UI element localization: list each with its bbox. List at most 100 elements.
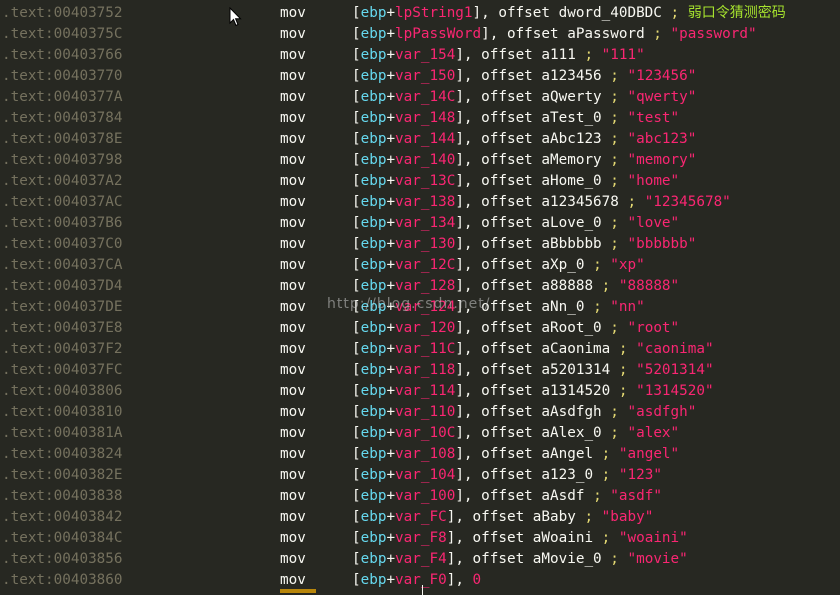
- mnemonic[interactable]: mov: [280, 339, 306, 360]
- symbol-name[interactable]: aAbc123: [541, 131, 601, 147]
- symbol-name[interactable]: aWoaini: [533, 530, 593, 546]
- symbol-name[interactable]: a123_0: [541, 467, 593, 483]
- mnemonic[interactable]: mov: [280, 528, 306, 549]
- stack-variable[interactable]: var_13C: [395, 173, 455, 189]
- symbol-name[interactable]: aLove_0: [541, 215, 601, 231]
- register[interactable]: ebp: [361, 110, 387, 126]
- stack-variable[interactable]: var_F4: [395, 551, 447, 567]
- mnemonic[interactable]: mov: [280, 549, 306, 570]
- stack-variable[interactable]: var_120: [395, 320, 455, 336]
- symbol-name[interactable]: aTest_0: [541, 110, 601, 126]
- mnemonic[interactable]: mov: [280, 507, 306, 528]
- stack-variable[interactable]: var_FC: [395, 509, 447, 525]
- listing-row[interactable]: .text:004037FC mov [ebp+var_118], offset a…: [0, 360, 840, 381]
- mnemonic[interactable]: mov: [280, 45, 306, 66]
- register[interactable]: ebp: [361, 131, 387, 147]
- address[interactable]: .text:00403766: [2, 45, 123, 66]
- symbol-name[interactable]: aNn_0: [541, 299, 584, 315]
- stack-variable[interactable]: lpPassWord: [395, 26, 481, 42]
- listing-row[interactable]: .text:0040382E mov [ebp+var_104], offset a…: [0, 465, 840, 486]
- stack-variable[interactable]: var_114: [395, 383, 455, 399]
- stack-variable[interactable]: lpString1: [395, 5, 472, 21]
- mnemonic[interactable]: mov: [280, 276, 306, 297]
- mnemonic[interactable]: mov: [280, 297, 306, 318]
- stack-variable[interactable]: var_148: [395, 110, 455, 126]
- mnemonic[interactable]: mov: [280, 318, 306, 339]
- mnemonic[interactable]: mov: [280, 150, 306, 171]
- address[interactable]: .text:004037E8: [2, 318, 123, 339]
- address[interactable]: .text:0040381A: [2, 423, 123, 444]
- address[interactable]: .text:004037DE: [2, 297, 123, 318]
- symbol-name[interactable]: dword_40DBDC: [559, 5, 662, 21]
- register[interactable]: ebp: [361, 194, 387, 210]
- stack-variable[interactable]: var_108: [395, 446, 455, 462]
- stack-variable[interactable]: var_118: [395, 362, 455, 378]
- address[interactable]: .text:00403856: [2, 549, 123, 570]
- address[interactable]: .text:00403752: [2, 3, 123, 24]
- symbol-name[interactable]: aRoot_0: [541, 320, 601, 336]
- symbol-name[interactable]: a5201314: [541, 362, 610, 378]
- register[interactable]: ebp: [361, 278, 387, 294]
- symbol-name[interactable]: aXp_0: [541, 257, 584, 273]
- register[interactable]: ebp: [361, 215, 387, 231]
- stack-variable[interactable]: var_14C: [395, 89, 455, 105]
- address[interactable]: .text:004037CA: [2, 255, 123, 276]
- address[interactable]: .text:00403810: [2, 402, 123, 423]
- symbol-name[interactable]: aMovie_0: [533, 551, 602, 567]
- address[interactable]: .text:00403860: [2, 570, 123, 591]
- address[interactable]: .text:004037D4: [2, 276, 123, 297]
- address[interactable]: .text:004037F2: [2, 339, 123, 360]
- mnemonic[interactable]: mov: [280, 465, 306, 486]
- stack-variable[interactable]: var_100: [395, 488, 455, 504]
- register[interactable]: ebp: [361, 488, 387, 504]
- mnemonic[interactable]: mov: [280, 402, 306, 423]
- listing-row[interactable]: .text:0040377A mov [ebp+var_14C], offset a…: [0, 87, 840, 108]
- mnemonic[interactable]: mov: [280, 444, 306, 465]
- listing-row[interactable]: .text:004037C0 mov [ebp+var_130], offset a…: [0, 234, 840, 255]
- register[interactable]: ebp: [361, 467, 387, 483]
- register[interactable]: ebp: [361, 509, 387, 525]
- listing-row[interactable]: .text:0040381A mov [ebp+var_10C], offset a…: [0, 423, 840, 444]
- address[interactable]: .text:004037FC: [2, 360, 123, 381]
- mnemonic[interactable]: mov: [280, 381, 306, 402]
- stack-variable[interactable]: var_F8: [395, 530, 447, 546]
- mnemonic[interactable]: mov: [280, 570, 306, 591]
- symbol-name[interactable]: aHome_0: [541, 173, 601, 189]
- register[interactable]: ebp: [361, 341, 387, 357]
- stack-variable[interactable]: var_F0: [395, 572, 447, 588]
- symbol-name[interactable]: aCaonima: [541, 341, 610, 357]
- listing-row[interactable]: .text:004037A2 mov [ebp+var_13C], offset a…: [0, 171, 840, 192]
- stack-variable[interactable]: var_128: [395, 278, 455, 294]
- address[interactable]: .text:00403838: [2, 486, 123, 507]
- address[interactable]: .text:00403798: [2, 150, 123, 171]
- symbol-name[interactable]: aQwerty: [541, 89, 601, 105]
- register[interactable]: ebp: [361, 383, 387, 399]
- register[interactable]: ebp: [361, 404, 387, 420]
- register[interactable]: ebp: [361, 530, 387, 546]
- listing-row[interactable]: .text:00403752 mov [ebp+lpString1], offset…: [0, 3, 840, 24]
- listing-row[interactable]: .text:004037B6 mov [ebp+var_134], offset a…: [0, 213, 840, 234]
- symbol-name[interactable]: aAsdf: [541, 488, 584, 504]
- mnemonic[interactable]: mov: [280, 87, 306, 108]
- stack-variable[interactable]: var_154: [395, 47, 455, 63]
- stack-variable[interactable]: var_104: [395, 467, 455, 483]
- listing-row[interactable]: .text:00403798 mov [ebp+var_140], offset a…: [0, 150, 840, 171]
- register[interactable]: ebp: [361, 320, 387, 336]
- address[interactable]: .text:00403824: [2, 444, 123, 465]
- address[interactable]: .text:0040375C: [2, 24, 123, 45]
- address[interactable]: .text:00403806: [2, 381, 123, 402]
- stack-variable[interactable]: var_110: [395, 404, 455, 420]
- symbol-name[interactable]: a88888: [541, 278, 593, 294]
- listing-row[interactable]: .text:00403838 mov [ebp+var_100], offset a…: [0, 486, 840, 507]
- register[interactable]: ebp: [361, 47, 387, 63]
- address[interactable]: .text:0040377A: [2, 87, 123, 108]
- stack-variable[interactable]: var_138: [395, 194, 455, 210]
- symbol-name[interactable]: aBbbbbb: [541, 236, 601, 252]
- address[interactable]: .text:00403770: [2, 66, 123, 87]
- stack-variable[interactable]: var_134: [395, 215, 455, 231]
- listing-row[interactable]: .text:00403806 mov [ebp+var_114], offset a…: [0, 381, 840, 402]
- listing-row[interactable]: .text:00403860 mov [ebp+var_F0], 0: [0, 570, 840, 591]
- register[interactable]: ebp: [361, 26, 387, 42]
- register[interactable]: ebp: [361, 89, 387, 105]
- address[interactable]: .text:004037B6: [2, 213, 123, 234]
